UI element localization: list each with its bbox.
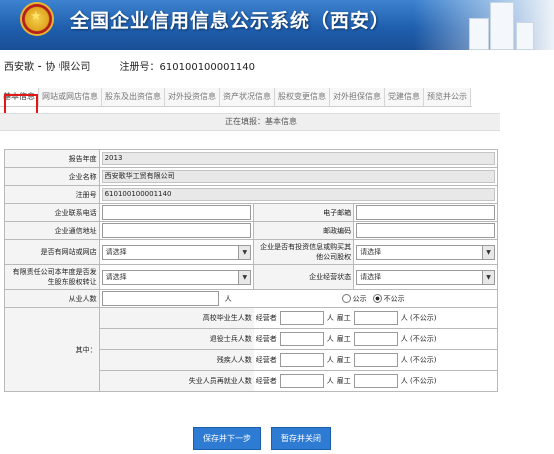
employee-label: 雇工 [336,356,351,364]
tab-guarantee-info[interactable]: 对外担保信息 [330,88,385,106]
reemployed-owner-input[interactable] [279,374,324,388]
postcode-input[interactable] [356,223,495,238]
veterans-employee-input[interactable] [353,332,398,346]
section-tabs: 基本信息 网站或网店信息 股东及出资信息 对外投资信息 资产状况信息 股权变更信… [0,88,472,107]
postcode-label: 邮政编码 [253,221,355,240]
employees-unit: 人 [224,294,232,303]
graduates-label: 高校毕业生人数 [98,307,254,329]
website-select-value: 请选择 [105,247,127,256]
not-public-note: 人 (不公示) [400,335,437,343]
address-label: 企业通信地址 [4,221,100,240]
owner-label: 经营者 [255,377,277,385]
reg-no-field: 610100100001140 [101,188,495,201]
save-next-button[interactable]: 保存并下一步 [193,427,261,450]
phone-input[interactable] [101,205,252,220]
business-status-select[interactable]: 请选择 ▼ [356,269,495,285]
company-name-field: 西安歌华工贸有限公司 [101,170,495,183]
tab-preview-publish[interactable]: 预览并公示 [424,88,471,106]
address-input[interactable] [101,223,252,238]
equity-transfer-label: 有限责任公司本年度是否发生股东股权转让 [4,264,100,290]
tab-investment-info[interactable]: 对外投资信息 [165,88,220,106]
investment-label: 企业是否有投资信息或购买其他公司股权 [253,239,355,265]
employee-label: 雇工 [336,314,351,322]
graduates-employee-input[interactable] [353,311,398,325]
disabled-owner-input[interactable] [279,353,324,367]
website-label: 是否有网站或网店 [4,239,100,265]
reemployed-employee-input[interactable] [353,374,398,388]
email-input[interactable] [356,205,495,220]
business-status-select-value: 请选择 [360,272,382,281]
reemployed-label: 失业人员再就业人数 [98,370,254,392]
owner-label: 经营者 [255,314,277,322]
employee-label: 雇工 [336,377,351,385]
filing-status-text: 正在填报：基本信息 [225,117,297,126]
form-buttons: 保存并下一步 暂存并关闭 [193,427,331,450]
header-banner: 全国企业信用信息公示系统（西安） [0,0,554,50]
company-name: 西安歌 ⁃ 协 ᵎ限公司 [4,62,91,73]
not-public-note: 人 (不公示) [400,314,437,322]
not-public-radio[interactable] [372,294,382,303]
tab-party-info[interactable]: 党建信息 [385,88,424,106]
system-title: 全国企业信用信息公示系统（西安） [70,10,391,32]
dropdown-arrow-icon[interactable]: ▼ [238,270,251,284]
dropdown-arrow-icon[interactable]: ▼ [482,270,494,284]
reg-no-label: 注册号 [4,185,100,204]
disabled-employee-input[interactable] [353,353,398,367]
not-public-radio-label: 不公示 [383,294,405,303]
company-name-label: 企业名称 [4,167,100,186]
national-emblem-icon [20,2,54,36]
phone-label: 企业联系电话 [4,203,100,222]
filing-status-bar: 正在填报：基本信息 [0,113,500,131]
investment-select[interactable]: 请选择 ▼ [356,244,495,260]
tab-website-info[interactable]: 网站或网店信息 [39,88,102,106]
report-year-field: 2013 [101,152,495,165]
equity-transfer-select[interactable]: 请选择 ▼ [101,269,252,285]
report-year-label: 报告年度 [4,149,100,168]
person-unit: 人 [326,377,334,385]
veterans-label: 退役士兵人数 [98,328,254,350]
disabled-label: 残疾人人数 [98,349,254,371]
investment-select-value: 请选择 [360,247,382,256]
graduates-owner-input[interactable] [279,311,324,325]
save-close-button[interactable]: 暂存并关闭 [271,427,331,450]
employees-label: 从业人数 [4,289,100,308]
veterans-owner-input[interactable] [279,332,324,346]
business-status-label: 企业经营状态 [253,264,355,290]
owner-label: 经营者 [255,335,277,343]
tab-shareholder-info[interactable]: 股东及出资信息 [102,88,165,106]
equity-transfer-select-value: 请选择 [105,272,127,281]
not-public-note: 人 (不公示) [400,356,437,364]
person-unit: 人 [326,314,334,322]
registration-number: 注册号：610100100001140 [119,62,255,73]
not-public-note: 人 (不公示) [400,377,437,385]
person-unit: 人 [326,356,334,364]
details-label: 其中： [4,307,100,392]
owner-label: 经营者 [255,356,277,364]
tab-assets-info[interactable]: 资产状况信息 [220,88,275,106]
email-label: 电子邮箱 [253,203,355,222]
company-line: 西安歌 ⁃ 协 ᵎ限公司 注册号：610100100001140 [4,58,281,73]
person-unit: 人 [326,335,334,343]
employees-input[interactable] [101,291,219,306]
employee-label: 雇工 [336,335,351,343]
basic-info-form: 报告年度 2013 企业名称 西安歌华工贸有限公司 注册号 6101001000… [4,149,499,392]
building-skyline [414,0,554,50]
public-radio[interactable] [341,294,351,303]
dropdown-arrow-icon[interactable]: ▼ [238,245,251,259]
website-select[interactable]: 请选择 ▼ [101,244,252,260]
tab-equity-change-info[interactable]: 股权变更信息 [275,88,330,106]
public-radio-label: 公示 [352,294,367,303]
dropdown-arrow-icon[interactable]: ▼ [482,245,494,259]
